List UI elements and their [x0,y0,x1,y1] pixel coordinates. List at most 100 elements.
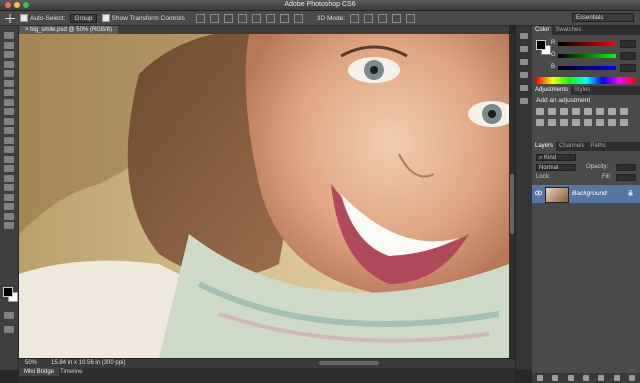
eyedropper-tool-icon[interactable] [4,79,14,87]
align-right-icon[interactable] [265,13,275,23]
move-tool-preset-picker[interactable] [5,13,15,23]
history-brush-tool-icon[interactable] [4,117,14,125]
tab-timeline[interactable]: Timeline [55,368,87,376]
quick-mask-icon[interactable] [4,312,14,319]
screen-mode-icon[interactable] [4,326,14,333]
distribute-top-icon[interactable] [279,13,289,23]
brush-tool-icon[interactable] [4,98,14,106]
document-info[interactable]: 15.84 in x 10.56 in (300 ppi) [51,359,125,368]
layer-name[interactable]: Background [572,190,607,197]
foreground-color-swatch[interactable] [3,287,13,297]
link-layers-icon[interactable] [536,375,543,381]
foreground-background-colors[interactable] [3,287,18,302]
color-balance-icon[interactable] [608,108,616,115]
move-tool-icon[interactable] [4,32,14,39]
gradient-map-icon[interactable] [608,119,616,126]
brush-panel-icon[interactable] [520,85,528,91]
tab-adjustments[interactable]: Adjustments [532,86,572,95]
horizontal-scroll-thumb[interactable] [319,361,379,365]
document-canvas[interactable] [19,34,509,358]
curves-icon[interactable] [560,108,568,115]
path-selection-tool-icon[interactable] [4,184,14,191]
align-vertical-center-icon[interactable] [209,13,219,23]
posterize-icon[interactable] [584,119,592,126]
3d-drag-icon[interactable] [378,13,388,23]
add-mask-icon[interactable] [567,375,574,381]
green-value-field[interactable] [620,52,636,60]
color-swatches[interactable] [536,40,551,55]
tab-styles[interactable]: Styles [571,86,593,95]
red-value-field[interactable] [620,40,636,48]
clone-stamp-tool-icon[interactable] [4,108,14,115]
blur-tool-icon[interactable] [4,146,14,153]
3d-scale-icon[interactable] [406,13,416,23]
dodge-tool-icon[interactable] [4,155,14,163]
channel-mixer-icon[interactable] [548,119,556,126]
black-white-icon[interactable] [620,108,628,115]
shape-tool-icon[interactable] [4,193,14,201]
green-slider[interactable] [558,54,616,58]
foreground-color-chip[interactable] [536,40,546,50]
align-left-icon[interactable] [237,13,247,23]
delete-layer-icon[interactable] [629,375,636,381]
tab-layers[interactable]: Layers [532,142,557,151]
new-group-icon[interactable] [598,375,605,381]
show-transform-option[interactable]: Show Transform Controls [101,14,185,22]
new-adjustment-layer-icon[interactable] [582,375,589,381]
healing-brush-tool-icon[interactable] [4,89,14,96]
layer-row-background[interactable]: Background [532,185,640,203]
tab-mini-bridge[interactable]: Mini Bridge [19,368,60,376]
threshold-icon[interactable] [596,119,604,126]
tab-channels[interactable]: Channels [556,142,587,151]
color-spectrum-bar[interactable] [536,77,636,84]
auto-select-target-dropdown[interactable]: Group [70,13,97,23]
color-lookup-icon[interactable] [560,119,568,126]
workspace-switcher[interactable]: Essentials [572,13,634,22]
lasso-tool-icon[interactable] [4,51,14,58]
history-panel-icon[interactable] [520,33,528,39]
exposure-icon[interactable] [572,108,580,115]
layer-filter-kind-dropdown[interactable]: ⌕ Kind [536,154,576,161]
marquee-tool-icon[interactable] [4,41,14,49]
document-tab[interactable]: × big_smile.psd @ 50% (RGB/8) [19,26,118,34]
tab-paths[interactable]: Paths [587,142,608,151]
paragraph-panel-icon[interactable] [520,72,528,78]
hue-saturation-icon[interactable] [596,108,604,115]
3d-roll-icon[interactable] [364,13,374,23]
quick-selection-tool-icon[interactable] [4,60,14,68]
red-slider[interactable] [558,42,616,46]
3d-tool-icon[interactable] [4,222,14,229]
vibrance-icon[interactable] [584,108,592,115]
pen-tool-icon[interactable] [4,165,14,172]
character-panel-icon[interactable] [520,59,528,65]
tab-color[interactable]: Color [532,26,553,35]
levels-icon[interactable] [548,108,556,115]
info-panel-icon[interactable] [520,98,528,104]
gradient-tool-icon[interactable] [4,136,14,144]
auto-select-checkbox[interactable] [20,14,28,22]
selective-color-icon[interactable] [620,119,628,126]
type-tool-icon[interactable] [4,174,14,182]
opacity-field[interactable] [616,164,636,171]
eye-icon[interactable] [535,190,542,196]
vertical-scroll-thumb[interactable] [510,174,514,234]
3d-slide-icon[interactable] [392,13,402,23]
new-layer-icon[interactable] [613,375,620,381]
tab-swatches[interactable]: Swatches [552,26,584,35]
blue-value-field[interactable] [620,64,636,72]
invert-icon[interactable] [572,119,580,126]
hand-tool-icon[interactable] [4,203,14,210]
align-horizontal-center-icon[interactable] [251,13,261,23]
layer-style-icon[interactable] [552,375,559,381]
properties-panel-icon[interactable] [520,46,528,52]
zoom-tool-icon[interactable] [4,212,14,220]
fill-field[interactable] [616,174,636,181]
crop-tool-icon[interactable] [4,70,14,77]
3d-rotate-icon[interactable] [350,13,360,23]
zoom-level-field[interactable]: 50% [25,359,37,368]
show-transform-checkbox[interactable] [101,14,110,22]
brightness-contrast-icon[interactable] [536,108,544,115]
blue-slider[interactable] [558,66,616,70]
blend-mode-dropdown[interactable]: Normal [536,164,576,171]
align-top-icon[interactable] [195,13,205,23]
